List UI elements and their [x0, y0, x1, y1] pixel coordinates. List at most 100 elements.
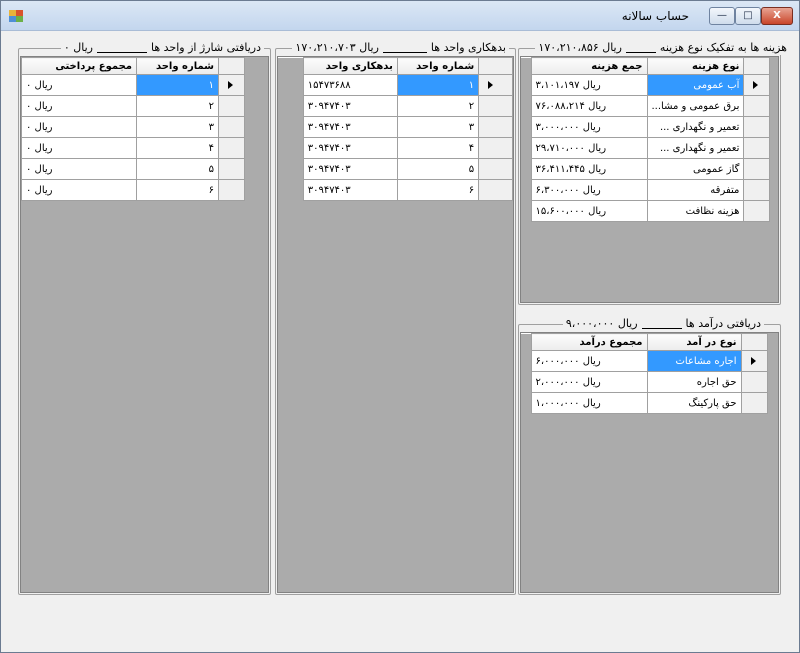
cell-amount[interactable]: ریال ۰ — [21, 179, 137, 201]
row-selector[interactable] — [478, 179, 513, 201]
title-bar[interactable]: حساب سالانه — □ X — [1, 1, 799, 31]
cell-unit[interactable]: ۵ — [396, 158, 480, 180]
table-row[interactable]: ریال ۶،۳۰۰،۰۰۰ متفرقه — [521, 179, 771, 201]
cell-amount[interactable]: ریال ۰ — [21, 137, 137, 159]
row-selector-current-icon[interactable] — [740, 350, 768, 372]
table-row[interactable]: ریال ۰ ۵ — [21, 158, 245, 180]
table-row[interactable]: ریال ۰ ۴ — [21, 137, 245, 159]
row-selector[interactable] — [218, 116, 245, 138]
maximize-button[interactable]: □ — [735, 7, 761, 25]
minimize-button[interactable]: — — [709, 7, 735, 25]
cell-unit[interactable]: ۶ — [396, 179, 480, 201]
cell-type[interactable]: هزینه نظافت — [646, 200, 745, 222]
cell-debt[interactable]: ۳۰۹۴۷۴۰۳ — [302, 137, 398, 159]
cell-type[interactable]: تعمیر و نگهداری ... — [646, 137, 745, 159]
row-selector[interactable] — [740, 392, 768, 414]
table-row[interactable]: ریال ۲۹،۷۱۰،۰۰۰ تعمیر و نگهداری ... — [521, 137, 771, 159]
cell-debt[interactable]: ۳۰۹۴۷۴۰۳ — [302, 158, 398, 180]
col-header-type[interactable]: نوع هزینه — [646, 57, 745, 75]
cell-type[interactable]: گاز عمومی — [646, 158, 745, 180]
cell-unit[interactable]: ۶ — [136, 179, 219, 201]
cell-unit[interactable]: ۱ — [396, 74, 480, 96]
table-row[interactable]: ریال ۰ ۶ — [21, 179, 245, 201]
cell-amount[interactable]: ریال ۰ — [21, 158, 137, 180]
table-row[interactable]: ریال ۳۶،۴۱۱،۴۴۵ گاز عمومی — [521, 158, 771, 180]
col-header-type[interactable]: نوع در آمد — [646, 333, 742, 351]
cell-total[interactable]: ریال ۱،۰۰۰،۰۰۰ — [530, 392, 648, 414]
col-header-amount[interactable]: مجموع پرداختی — [21, 57, 137, 75]
table-row[interactable]: ۱۵۴۷۳۶۸۸ ۱ — [278, 74, 513, 96]
cell-total[interactable]: ریال ۶،۰۰۰،۰۰۰ — [530, 350, 648, 372]
table-row[interactable]: ریال ۶،۰۰۰،۰۰۰ اجاره مشاعات — [521, 350, 768, 372]
row-selector[interactable] — [218, 179, 245, 201]
cell-total[interactable]: ریال ۳،۱۰۱،۱۹۷ — [530, 74, 648, 96]
row-selector[interactable] — [218, 158, 245, 180]
cell-type[interactable]: حق پارکینگ — [646, 392, 742, 414]
cell-debt[interactable]: ۳۰۹۴۷۴۰۳ — [302, 116, 398, 138]
cell-debt[interactable]: ۳۰۹۴۷۴۰۳ — [302, 95, 398, 117]
expenses-grid[interactable]: جمع هزینه نوع هزینه ریال ۳،۱۰۱،۱۹۷ آب عم… — [520, 56, 779, 303]
cell-unit[interactable]: ۴ — [396, 137, 480, 159]
cell-unit[interactable]: ۱ — [136, 74, 219, 96]
table-row[interactable]: ریال ۰ ۱ — [21, 74, 245, 96]
cell-total[interactable]: ریال ۶،۳۰۰،۰۰۰ — [530, 179, 648, 201]
table-row[interactable]: ریال ۷۶،۰۸۸،۲۱۴ برق عمومی و مشا... — [521, 95, 771, 117]
cell-type[interactable]: برق عمومی و مشا... — [646, 95, 745, 117]
table-row[interactable]: ریال ۲،۰۰۰،۰۰۰ حق اجاره — [521, 371, 768, 393]
income-grid[interactable]: مجموع درآمد نوع در آمد ریال ۶،۰۰۰،۰۰۰ اج… — [520, 332, 779, 593]
cell-unit[interactable]: ۴ — [136, 137, 219, 159]
cell-total[interactable]: ریال ۲،۰۰۰،۰۰۰ — [530, 371, 648, 393]
table-row[interactable]: ۳۰۹۴۷۴۰۳ ۴ — [278, 137, 513, 159]
col-header-total[interactable]: جمع هزینه — [530, 57, 648, 75]
row-selector[interactable] — [743, 137, 771, 159]
cell-type[interactable]: تعمیر و نگهداری ... — [646, 116, 745, 138]
col-header-unit[interactable]: شماره واحد — [396, 57, 480, 75]
cell-total[interactable]: ریال ۲۹،۷۱۰،۰۰۰ — [530, 137, 648, 159]
table-row[interactable]: ریال ۱۵،۶۰۰،۰۰۰ هزینه نظافت — [521, 200, 771, 222]
cell-type[interactable]: متفرقه — [646, 179, 745, 201]
cell-amount[interactable]: ریال ۰ — [21, 116, 137, 138]
row-selector[interactable] — [743, 158, 771, 180]
table-row[interactable]: ۳۰۹۴۷۴۰۳ ۲ — [278, 95, 513, 117]
cell-type[interactable]: اجاره مشاعات — [646, 350, 742, 372]
cell-debt[interactable]: ۱۵۴۷۳۶۸۸ — [302, 74, 398, 96]
cell-amount[interactable]: ریال ۰ — [21, 95, 137, 117]
table-row[interactable]: ریال ۳،۰۰۰،۰۰۰ تعمیر و نگهداری ... — [521, 116, 771, 138]
cell-total[interactable]: ریال ۳،۰۰۰،۰۰۰ — [530, 116, 648, 138]
row-selector-current-icon[interactable] — [743, 74, 771, 96]
row-selector-current-icon[interactable] — [218, 74, 245, 96]
row-selector[interactable] — [743, 116, 771, 138]
table-row[interactable]: ۳۰۹۴۷۴۰۳ ۳ — [278, 116, 513, 138]
cell-total[interactable]: ریال ۳۶،۴۱۱،۴۴۵ — [530, 158, 648, 180]
table-row[interactable]: ریال ۱،۰۰۰،۰۰۰ حق پارکینگ — [521, 392, 768, 414]
row-selector[interactable] — [743, 200, 771, 222]
row-selector[interactable] — [478, 158, 513, 180]
cell-debt[interactable]: ۳۰۹۴۷۴۰۳ — [302, 179, 398, 201]
cell-unit[interactable]: ۵ — [136, 158, 219, 180]
table-row[interactable]: ریال ۰ ۳ — [21, 116, 245, 138]
row-selector[interactable] — [218, 95, 245, 117]
table-row[interactable]: ریال ۳،۱۰۱،۱۹۷ آب عمومی — [521, 74, 771, 96]
table-row[interactable]: ۳۰۹۴۷۴۰۳ ۵ — [278, 158, 513, 180]
cell-amount[interactable]: ریال ۰ — [21, 74, 137, 96]
row-selector[interactable] — [743, 95, 771, 117]
row-selector[interactable] — [478, 137, 513, 159]
row-selector-current-icon[interactable] — [478, 74, 513, 96]
cell-type[interactable]: آب عمومی — [646, 74, 745, 96]
cell-total[interactable]: ریال ۷۶،۰۸۸،۲۱۴ — [530, 95, 648, 117]
table-row[interactable]: ۳۰۹۴۷۴۰۳ ۶ — [278, 179, 513, 201]
unit-payments-grid[interactable]: مجموع پرداختی شماره واحد ریال ۰ ۱ ریال ۰… — [20, 56, 269, 593]
row-selector[interactable] — [218, 137, 245, 159]
col-header-unit[interactable]: شماره واحد — [136, 57, 219, 75]
cell-total[interactable]: ریال ۱۵،۶۰۰،۰۰۰ — [530, 200, 648, 222]
table-row[interactable]: ریال ۰ ۲ — [21, 95, 245, 117]
cell-unit[interactable]: ۳ — [136, 116, 219, 138]
row-selector[interactable] — [478, 95, 513, 117]
row-selector[interactable] — [740, 371, 768, 393]
cell-unit[interactable]: ۳ — [396, 116, 480, 138]
col-header-total[interactable]: مجموع درآمد — [530, 333, 648, 351]
row-selector[interactable] — [743, 179, 771, 201]
cell-unit[interactable]: ۲ — [396, 95, 480, 117]
close-button[interactable]: X — [761, 7, 793, 25]
row-selector[interactable] — [478, 116, 513, 138]
